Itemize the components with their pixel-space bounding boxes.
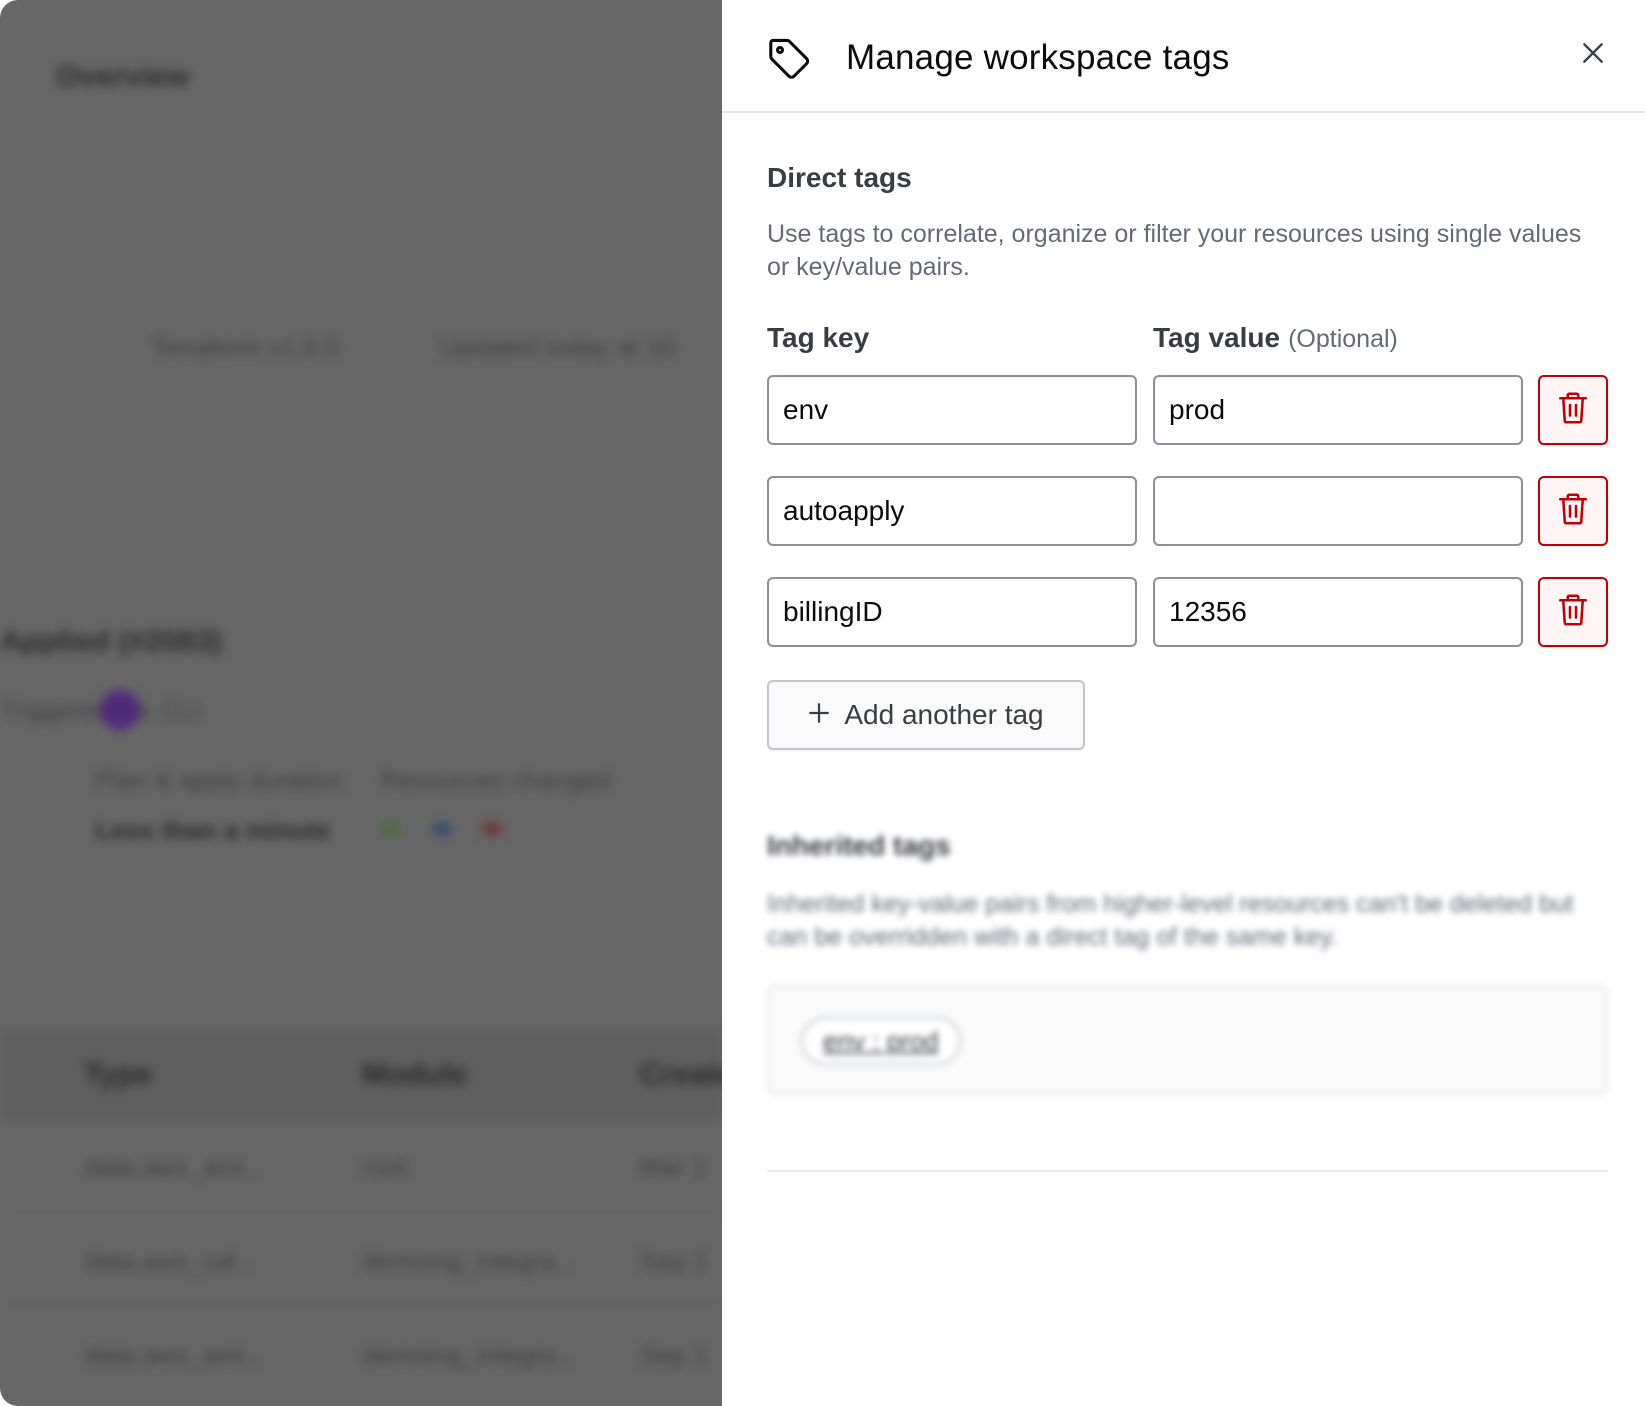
table-header-module: Module	[362, 1058, 467, 1091]
add-another-tag-button[interactable]: Add another tag	[767, 680, 1085, 750]
trash-icon	[1558, 391, 1588, 430]
table-cell: data.aws_ami...	[84, 1152, 267, 1182]
table-cell: data.aws_cal...	[84, 1246, 258, 1276]
destroyed-badge	[482, 822, 502, 836]
delete-tag-button[interactable]	[1538, 577, 1608, 647]
table-cell: Sep 1	[640, 1246, 708, 1276]
stat-label-resources: Resources changed	[380, 765, 612, 795]
tag-key-input[interactable]	[767, 375, 1137, 445]
direct-tags-description: Use tags to correlate, organize or filte…	[767, 220, 1582, 281]
tag-key-input[interactable]	[767, 577, 1137, 647]
added-badge	[380, 822, 400, 836]
row-divider	[0, 1304, 722, 1306]
direct-tags-title: Direct tags	[767, 162, 912, 193]
tag-key-label: Tag key	[767, 322, 870, 353]
inherited-tags-description: Inherited key-value pairs from higher-le…	[767, 890, 1574, 951]
table-header-type: Type	[84, 1058, 152, 1091]
updated-time: Updated today at 10:	[440, 332, 682, 362]
footer-divider	[767, 1170, 1608, 1172]
inherited-tags-title: Inherited tags	[767, 830, 951, 861]
manage-tags-flyout: Manage workspace tags Direct tags Use ta…	[722, 0, 1645, 1406]
plus-icon	[808, 699, 830, 731]
trash-icon	[1558, 492, 1588, 531]
trash-icon	[1558, 593, 1588, 632]
table-cell: demoing_integra...	[362, 1246, 578, 1276]
changed-badge	[432, 822, 452, 836]
close-icon	[1580, 40, 1606, 71]
run-user: CLI	[160, 695, 201, 725]
delete-tag-button[interactable]	[1538, 375, 1608, 445]
tag-value-input[interactable]	[1153, 577, 1523, 647]
tag-value-input[interactable]	[1153, 476, 1523, 546]
stat-duration-value: Less than a minute	[95, 815, 331, 845]
row-divider	[0, 1210, 722, 1212]
inherited-tags-box: env : prod	[767, 985, 1608, 1095]
tag-value-label: Tag value (Optional)	[1153, 322, 1398, 353]
table-header-created: Created	[640, 1058, 722, 1091]
terraform-version: Terraform v1.8.0	[150, 332, 340, 362]
table-cell: Sep 1	[640, 1340, 708, 1370]
close-button[interactable]	[1576, 38, 1610, 72]
flyout-title: Manage workspace tags	[846, 38, 1230, 77]
table-cell: data.aws_ami...	[84, 1340, 267, 1370]
tag-value-input[interactable]	[1153, 375, 1523, 445]
delete-tag-button[interactable]	[1538, 476, 1608, 546]
stat-label-duration: Plan & apply duration	[95, 765, 343, 795]
optional-label: (Optional)	[1288, 325, 1398, 353]
user-avatar	[100, 690, 140, 730]
add-another-tag-label: Add another tag	[844, 699, 1044, 730]
background-app: Overview Terraform v1.8.0 Updated today …	[0, 0, 722, 1406]
tag-icon	[766, 36, 812, 82]
table-cell: root	[362, 1152, 407, 1182]
table-cell: demoing_integra...	[362, 1340, 578, 1370]
table-cell: Mar 1	[640, 1152, 707, 1182]
breadcrumb: Overview	[56, 60, 190, 93]
tag-key-input[interactable]	[767, 476, 1137, 546]
run-title: Applied (#2083)	[0, 625, 222, 658]
flyout-header: Manage workspace tags	[722, 0, 1645, 113]
inherited-tag-pill[interactable]: env : prod	[801, 1017, 961, 1065]
